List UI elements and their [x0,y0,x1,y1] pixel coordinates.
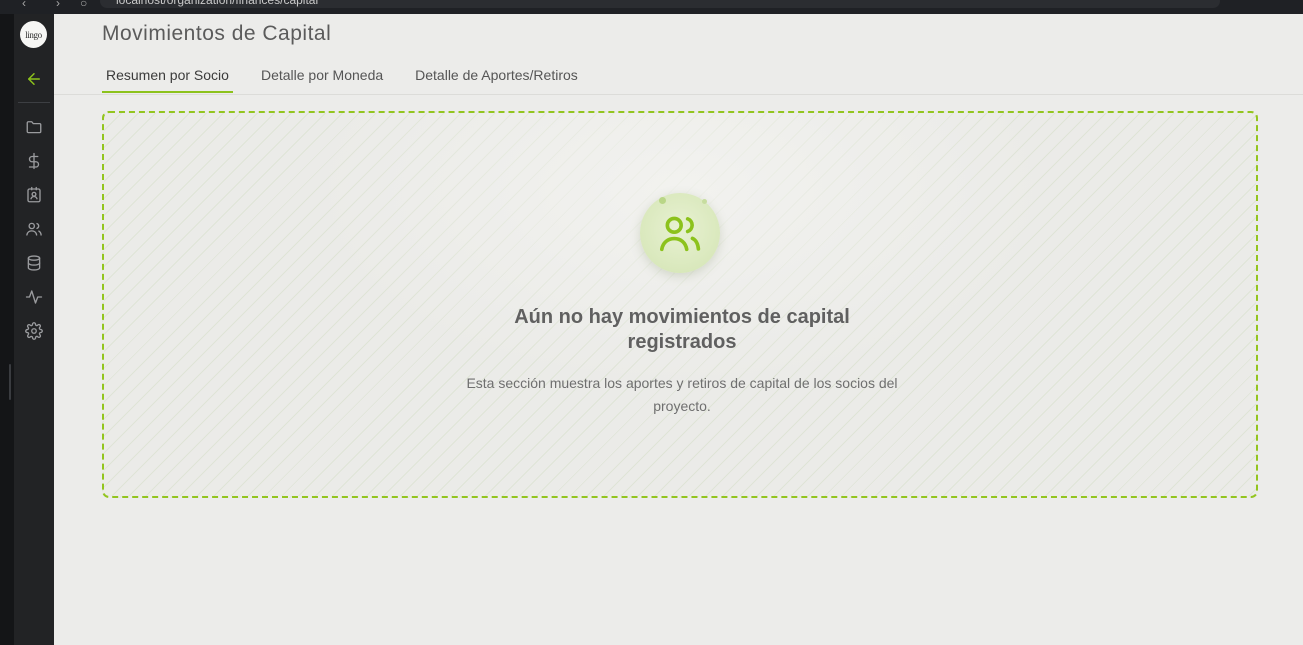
sidebar-divider [18,102,50,103]
database-icon[interactable] [24,253,44,273]
browser-info-icon[interactable]: ○ [80,0,87,10]
sidebar: lingo [14,14,54,645]
gear-icon[interactable] [24,321,44,341]
decor-dot [702,199,707,204]
browser-back-icon[interactable]: ‹ [22,0,26,10]
app-logo[interactable]: lingo [20,21,47,48]
contact-card-icon[interactable] [24,185,44,205]
users-icon[interactable] [24,219,44,239]
empty-state-panel: Aún no hay movimientos de capital regist… [102,111,1258,498]
logo-text: lingo [25,29,42,40]
empty-state-description: Esta sección muestra los aportes y retir… [466,375,898,414]
tab-bar: Resumen por Socio Detalle por Moneda Det… [102,58,606,95]
browser-forward-icon[interactable]: › [56,0,60,10]
tab-detalle-por-moneda[interactable]: Detalle por Moneda [257,58,387,93]
resize-handle[interactable] [9,364,11,400]
tab-resumen-por-socio[interactable]: Resumen por Socio [102,58,233,93]
tabs-divider [54,94,1303,95]
page-title: Movimientos de Capital [102,22,332,45]
address-bar[interactable]: localhost/organization/finances/capital [100,0,1220,8]
decor-dot [659,197,666,204]
browser-toolbar: ‹ › ○ localhost/organization/finances/ca… [0,0,1303,14]
folder-icon[interactable] [24,117,44,137]
window-edge [0,14,14,645]
activity-icon[interactable] [24,287,44,307]
arrow-left-icon[interactable] [24,69,44,89]
empty-state-title: Aún no hay movimientos de capital regist… [514,306,850,353]
empty-state-icon-circle [640,193,720,273]
users-icon [659,216,701,252]
tab-detalle-de-aportes-retiros[interactable]: Detalle de Aportes/Retiros [411,58,582,93]
empty-state-badge [640,193,722,275]
dollar-icon[interactable] [24,151,44,171]
main-content: Movimientos de Capital Resumen por Socio… [54,14,1303,645]
